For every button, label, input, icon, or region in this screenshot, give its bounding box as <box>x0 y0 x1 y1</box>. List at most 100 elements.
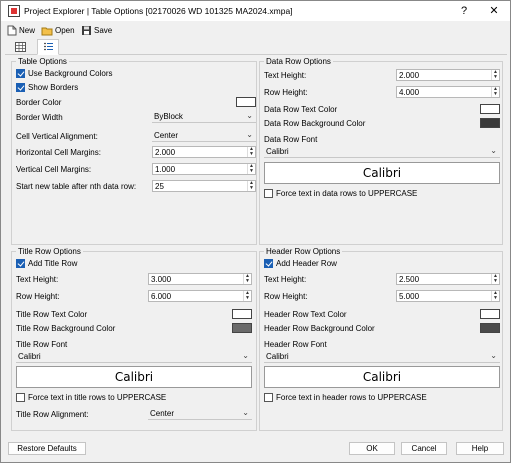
show-borders-checkbox[interactable]: Show Borders <box>16 83 78 92</box>
help-icon[interactable]: ? <box>450 2 478 20</box>
chevron-down-icon: ⌄ <box>490 146 497 155</box>
data-row-text-height-stepper[interactable]: 2.000 ▲ ▼ <box>396 69 500 81</box>
help-button[interactable]: Help <box>456 442 504 455</box>
options-panel: Table Options Use Background Colors Show… <box>7 55 507 435</box>
header-row-text-color-label: Header Row Text Color <box>264 310 347 319</box>
save-button[interactable]: Save <box>81 24 112 37</box>
spin-arrows-icon[interactable]: ▲ ▼ <box>243 274 251 284</box>
data-row-row-height-stepper[interactable]: 4.000 ▲ ▼ <box>396 86 500 98</box>
title-row-alignment-select[interactable]: Center ⌄ <box>148 408 252 420</box>
chevron-down-icon: ⌄ <box>246 130 253 139</box>
new-button[interactable]: New <box>7 24 35 37</box>
vertical-cell-margins-stepper[interactable]: 1.000 ▲ ▼ <box>152 163 256 175</box>
header-row-background-color-swatch[interactable] <box>480 323 500 333</box>
header-row-font-label: Header Row Font <box>264 340 327 349</box>
header-row-font-preview-button[interactable]: Calibri <box>264 366 500 388</box>
new-button-label: New <box>19 26 36 35</box>
horizontal-cell-margins-value: 2.000 <box>155 148 176 157</box>
title-row-row-height-stepper[interactable]: 6.000 ▲ ▼ <box>148 290 252 302</box>
data-row-text-height-label: Text Height: <box>264 71 307 80</box>
title-row-font-select[interactable]: Calibri ⌄ <box>16 351 252 363</box>
data-row-font-select[interactable]: Calibri ⌄ <box>264 146 500 158</box>
tab-table[interactable] <box>9 39 31 54</box>
title-row-uppercase-checkbox[interactable]: Force text in title rows to UPPERCASE <box>16 393 166 402</box>
checkbox-unchecked-icon <box>264 189 273 198</box>
cell-vertical-alignment-select[interactable]: Center ⌄ <box>152 130 256 142</box>
chevron-down-icon: ⌄ <box>242 408 249 417</box>
save-button-label: Save <box>94 26 113 35</box>
start-new-table-stepper[interactable]: 25 ▲ ▼ <box>152 180 256 192</box>
checkbox-checked-icon <box>264 259 273 268</box>
close-icon[interactable]: ✕ <box>480 2 508 20</box>
add-title-row-label: Add Title Row <box>28 259 78 268</box>
show-borders-label: Show Borders <box>28 83 79 92</box>
cell-vertical-alignment-label: Cell Vertical Alignment: <box>16 132 98 141</box>
title-row-row-height-label: Row Height: <box>16 292 60 301</box>
spin-arrows-icon[interactable]: ▲ ▼ <box>491 87 499 97</box>
add-header-row-checkbox[interactable]: Add Header Row <box>264 259 337 268</box>
data-row-text-color-swatch[interactable] <box>480 104 500 114</box>
open-button[interactable]: Open <box>41 24 75 37</box>
border-color-swatch[interactable] <box>236 97 256 107</box>
header-row-row-height-label: Row Height: <box>264 292 308 301</box>
ok-button[interactable]: OK <box>349 442 395 455</box>
header-row-row-height-stepper[interactable]: 5.000 ▲ ▼ <box>396 290 500 302</box>
dialog-footer: Restore Defaults OK Cancel Help <box>1 437 510 463</box>
header-row-text-height-value: 2.500 <box>399 275 420 284</box>
start-new-table-label: Start new table after nth data row: <box>16 182 137 191</box>
title-bar: Project Explorer | Table Options [021700… <box>1 1 510 21</box>
spin-arrows-icon[interactable]: ▲ ▼ <box>491 274 499 284</box>
data-row-background-color-swatch[interactable] <box>480 118 500 128</box>
open-folder-icon <box>41 27 53 35</box>
header-row-row-height-value: 5.000 <box>399 292 420 301</box>
cancel-button[interactable]: Cancel <box>401 442 447 455</box>
checkbox-checked-icon <box>16 83 25 92</box>
title-row-text-color-label: Title Row Text Color <box>16 310 88 319</box>
spin-arrows-icon[interactable]: ▲ ▼ <box>491 291 499 301</box>
add-title-row-checkbox[interactable]: Add Title Row <box>16 259 77 268</box>
title-row-background-color-label: Title Row Background Color <box>16 324 116 333</box>
header-row-text-color-swatch[interactable] <box>480 309 500 319</box>
header-row-font-select[interactable]: Calibri ⌄ <box>264 351 500 363</box>
title-row-text-height-stepper[interactable]: 3.000 ▲ ▼ <box>148 273 252 285</box>
data-row-font-preview-button[interactable]: Calibri <box>264 162 500 184</box>
horizontal-cell-margins-stepper[interactable]: 2.000 ▲ ▼ <box>152 146 256 158</box>
spin-arrows-icon[interactable]: ▲ ▼ <box>247 147 255 157</box>
spin-arrows-icon[interactable]: ▲ ▼ <box>491 70 499 80</box>
header-row-options-group: Header Row Options Add Header Row Text H… <box>259 247 503 431</box>
data-row-text-color-label: Data Row Text Color <box>264 105 338 114</box>
title-row-alignment-label: Title Row Alignment: <box>16 410 89 419</box>
title-row-row-height-value: 6.000 <box>151 292 172 301</box>
border-color-label: Border Color <box>16 98 62 107</box>
title-row-uppercase-label: Force text in title rows to UPPERCASE <box>28 393 167 402</box>
checkbox-checked-icon <box>16 69 25 78</box>
header-row-uppercase-label: Force text in header rows to UPPERCASE <box>276 393 427 402</box>
new-file-icon <box>7 25 17 36</box>
data-row-text-height-value: 2.000 <box>399 71 420 80</box>
border-width-select[interactable]: ByBlock ⌄ <box>152 111 256 123</box>
title-row-font-value: Calibri <box>18 352 41 361</box>
spin-arrows-icon[interactable]: ▲ ▼ <box>247 181 255 191</box>
title-row-options-title: Title Row Options <box>16 247 83 256</box>
tab-options[interactable] <box>37 39 59 55</box>
header-row-text-height-stepper[interactable]: 2.500 ▲ ▼ <box>396 273 500 285</box>
header-row-text-height-label: Text Height: <box>264 275 307 284</box>
title-row-font-label: Title Row Font <box>16 340 68 349</box>
vertical-cell-margins-value: 1.000 <box>155 165 176 174</box>
data-row-font-value: Calibri <box>266 147 289 156</box>
spin-arrows-icon[interactable]: ▲ ▼ <box>247 164 255 174</box>
data-row-uppercase-checkbox[interactable]: Force text in data rows to UPPERCASE <box>264 189 417 198</box>
start-new-table-value: 25 <box>155 182 164 191</box>
restore-defaults-button[interactable]: Restore Defaults <box>8 442 86 455</box>
title-row-background-color-swatch[interactable] <box>232 323 252 333</box>
use-background-colors-checkbox[interactable]: Use Background Colors <box>16 69 112 78</box>
spin-arrows-icon[interactable]: ▲ ▼ <box>243 291 251 301</box>
chevron-down-icon: ⌄ <box>246 111 253 120</box>
title-row-text-color-swatch[interactable] <box>232 309 252 319</box>
window-title: Project Explorer | Table Options [021700… <box>24 6 293 16</box>
table-options-group: Table Options Use Background Colors Show… <box>11 57 257 245</box>
title-row-font-preview-button[interactable]: Calibri <box>16 366 252 388</box>
header-row-uppercase-checkbox[interactable]: Force text in header rows to UPPERCASE <box>264 393 427 402</box>
data-row-font-label: Data Row Font <box>264 135 318 144</box>
header-row-background-color-label: Header Row Background Color <box>264 324 375 333</box>
